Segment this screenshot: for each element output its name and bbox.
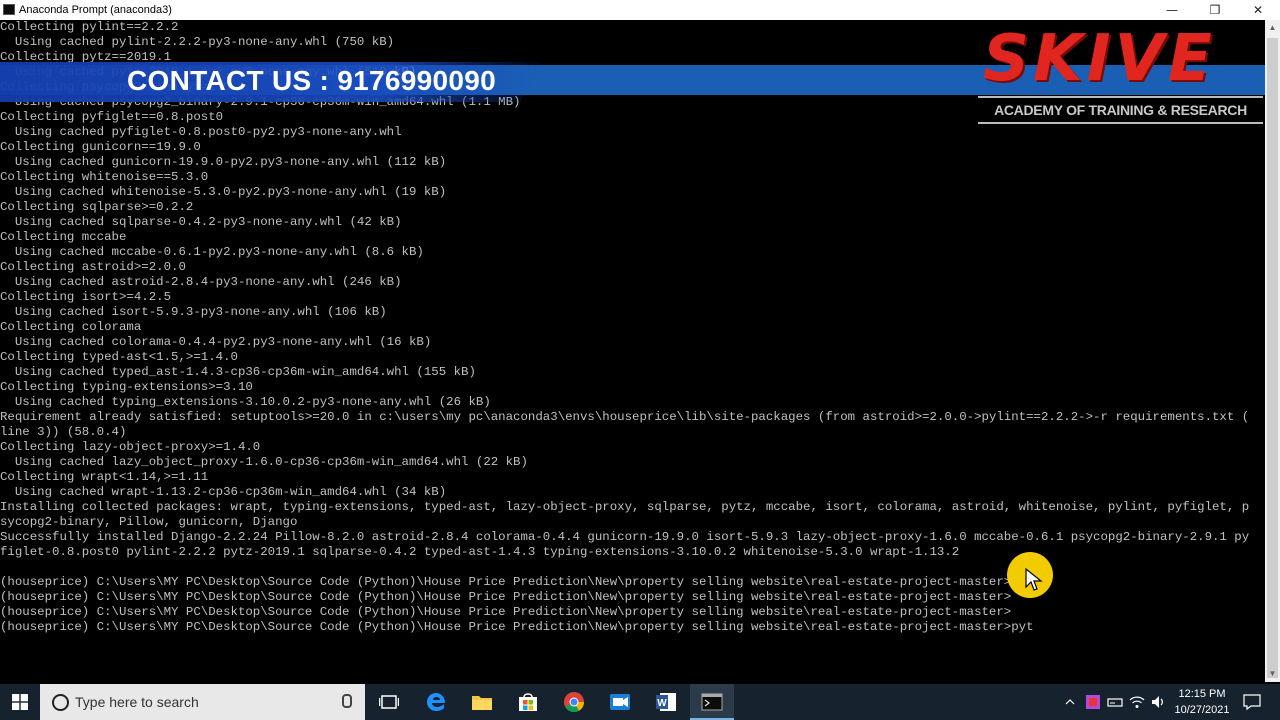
taskbar-app-file-explorer[interactable] (460, 684, 504, 720)
minimize-button[interactable]: — (1150, 0, 1194, 20)
console-line: Collecting typing-extensions>=3.10 (0, 380, 253, 394)
console-line: Collecting lazy-object-proxy>=1.4.0 (0, 440, 261, 454)
contact-text: CONTACT US : 9176990090 (127, 65, 496, 96)
console-line: Using cached colorama-0.4.4-py2.py3-none… (0, 335, 432, 349)
console-line: Collecting whitenoise==5.3.0 (0, 170, 209, 184)
taskbar-app-word[interactable]: W (644, 684, 688, 720)
console-line: Collecting astroid>=2.0.0 (0, 260, 186, 274)
notifications-icon (1243, 694, 1261, 710)
terminal-app-icon (3, 4, 15, 15)
taskbar: Type here to search W 12:15 PM 10/27/202… (0, 684, 1280, 720)
console-line: figlet-0.8.post0 pylint-2.2.2 pytz-2019.… (0, 545, 960, 559)
console-line: Using cached sqlparse-0.4.2-py3-none-any… (0, 215, 402, 229)
show-hidden-icons-button[interactable] (1060, 684, 1080, 720)
camera-icon (610, 694, 630, 710)
console-line: Successfully installed Django-2.2.24 Pil… (0, 530, 1250, 544)
console-line: Collecting wrapt<1.14,>=1.11 (0, 470, 209, 484)
edge-icon (427, 693, 445, 711)
console-line: Using cached typed_ast-1.4.3-cp36-cp36m-… (0, 365, 476, 379)
taskbar-app-edge[interactable] (414, 684, 458, 720)
vertical-scrollbar[interactable]: ▲ ▼ (1265, 20, 1280, 682)
scrollbar-thumb[interactable] (1267, 38, 1278, 678)
console-line: (houseprice) C:\Users\MY PC\Desktop\Sour… (0, 590, 1012, 604)
mouse-pointer-icon (1025, 568, 1043, 591)
console-line: Collecting mccabe (0, 230, 127, 244)
scroll-down-arrow-icon[interactable]: ▼ (1265, 666, 1280, 682)
tray-volume-button[interactable] (1148, 684, 1170, 720)
folder-icon (472, 696, 492, 710)
tray-app-icon (1086, 695, 1100, 709)
taskbar-app-anaconda-prompt[interactable] (690, 684, 734, 720)
store-icon (519, 693, 537, 711)
taskbar-app-store[interactable] (506, 684, 550, 720)
windows-logo-icon (12, 694, 28, 710)
wifi-icon (1129, 696, 1145, 708)
cortana-circle-icon (52, 694, 69, 711)
scroll-up-arrow-icon[interactable]: ▲ (1265, 20, 1280, 36)
console-line: Using cached lazy_object_proxy-1.6.0-cp3… (0, 455, 528, 469)
drive-icon (1107, 698, 1123, 707)
console-line: line 3)) (58.0.4) (0, 425, 127, 439)
tray-wifi-button[interactable] (1126, 684, 1148, 720)
console-line: (houseprice) C:\Users\MY PC\Desktop\Sour… (0, 620, 1034, 634)
svg-text:W: W (657, 698, 667, 709)
console-line: sycopg2-binary, Pillow, gunicorn, Django (0, 515, 298, 529)
console-line: Collecting isort>=4.2.5 (0, 290, 172, 304)
speaker-icon (1152, 696, 1163, 708)
logo-tagline: ACADEMY OF TRAINING & RESEARCH (978, 96, 1263, 124)
task-view-button[interactable] (367, 684, 411, 720)
word-icon: W (656, 693, 676, 711)
console-line: (houseprice) C:\Users\MY PC\Desktop\Sour… (0, 575, 1012, 589)
tray-app-button[interactable] (1082, 684, 1104, 720)
console-line: Using cached wrapt-1.13.2-cp36-cp36m-win… (0, 485, 447, 499)
console-line: (houseprice) C:\Users\MY PC\Desktop\Sour… (0, 605, 1012, 619)
console-line: Collecting gunicorn==19.9.0 (0, 140, 201, 154)
console-line: Using cached whitenoise-5.3.0-py2.py3-no… (0, 185, 447, 199)
console-line: Using cached gunicorn-19.9.0-py2.py3-non… (0, 155, 447, 169)
terminal-icon (701, 693, 723, 711)
taskbar-app-chrome[interactable] (552, 684, 596, 720)
taskbar-clock[interactable]: 12:15 PM 10/27/2021 (1172, 686, 1232, 718)
restore-button[interactable]: ❐ (1193, 0, 1237, 20)
task-view-icon (379, 695, 399, 709)
search-placeholder: Type here to search (75, 694, 199, 710)
window-title-bar[interactable]: Anaconda Prompt (anaconda3) — ❐ ✕ (0, 0, 1280, 20)
clock-date: 10/27/2021 (1174, 704, 1230, 716)
console-line: Using cached typing_extensions-3.10.0.2-… (0, 395, 491, 409)
taskbar-app-camera[interactable] (598, 684, 642, 720)
console-line: Requirement already satisfied: setuptool… (0, 410, 1250, 424)
close-button[interactable]: ✕ (1236, 0, 1280, 20)
console-line: Using cached astroid-2.8.4-py3-none-any.… (0, 275, 402, 289)
microphone-icon[interactable] (342, 694, 352, 708)
console-line: Collecting typed-ast<1.5,>=1.4.0 (0, 350, 238, 364)
chevron-up-icon (1065, 699, 1075, 705)
chrome-icon (564, 692, 585, 713)
console-line: Collecting sqlparse>=0.2.2 (0, 200, 194, 214)
console-line: Using cached isort-5.9.3-py3-none-any.wh… (0, 305, 387, 319)
start-button[interactable] (0, 684, 40, 720)
console-line: Using cached pyfiglet-0.8.post0-py2.py3-… (0, 125, 402, 139)
taskbar-search-box[interactable]: Type here to search (40, 684, 365, 720)
window-title: Anaconda Prompt (anaconda3) (19, 4, 172, 16)
logo-brand: SKIVE (983, 22, 1216, 96)
console-line: Installing collected packages: wrapt, ty… (0, 500, 1250, 514)
action-center-button[interactable] (1236, 684, 1268, 720)
tray-network-drive-button[interactable] (1104, 684, 1126, 720)
clock-time: 12:15 PM (1178, 688, 1226, 700)
skive-logo: SKIVE ACADEMY OF TRAINING & RESEARCH (975, 22, 1265, 124)
console-line: Using cached mccabe-0.6.1-py2.py3-none-a… (0, 245, 424, 259)
console-line: Collecting colorama (0, 320, 142, 334)
